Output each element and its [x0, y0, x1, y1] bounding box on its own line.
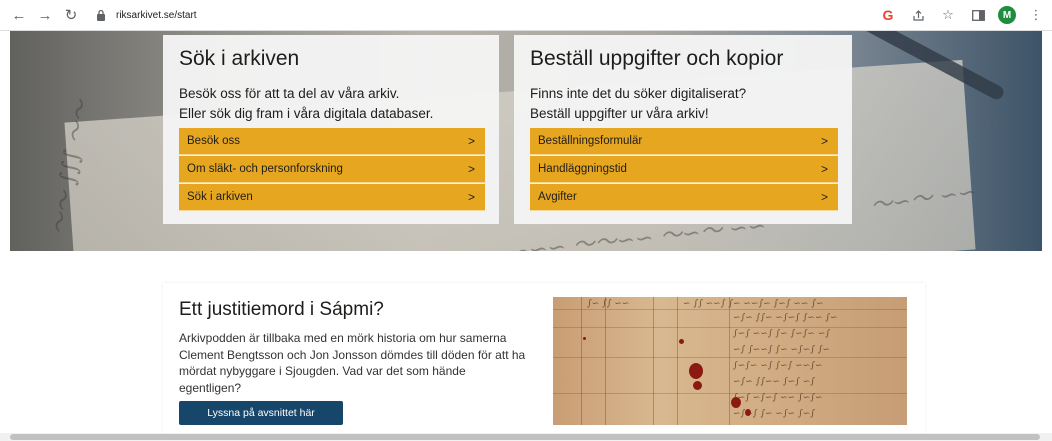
doc-rule — [653, 297, 654, 425]
doc-rule — [677, 297, 678, 425]
card-description: Finns inte det du söker digitaliserat? B… — [530, 84, 746, 124]
link-label: Beställningsformulär — [538, 135, 643, 147]
link-genealogy[interactable]: Om släkt- och personforskning > — [179, 156, 485, 183]
doc-handwriting: ∽∫∽ ∫∫∽ ∽∫∽∫ ∫∽∽ ∫∽ — [733, 313, 838, 323]
link-processing-time[interactable]: Handläggningstid > — [530, 156, 838, 183]
link-label: Sök i arkiven — [187, 191, 253, 203]
doc-handwriting: ∽∫∽ ∫∫∽∽ ∫∽∫ ∽∫ — [733, 377, 815, 387]
card-description: Besök oss för att ta del av våra arkiv. … — [179, 84, 433, 124]
order-copies-card: Beställ uppgifter och kopior Finns inte … — [514, 35, 852, 224]
doc-handwriting: ∽ ∫∫ ∽∽∫ ∫∽ ∽∽∫∽ ∫∽∫ ∽∽ ∫∽ — [683, 299, 824, 309]
card-text-line: Besök oss för att ta del av våra arkiv. — [179, 86, 400, 101]
doc-handwriting: ∫∽∫∽ ∽∫ ∫∽∫ ∽∽∫∽ — [733, 361, 823, 371]
card-text-line: Finns inte det du söker digitaliserat? — [530, 86, 747, 101]
card-link-list: Besök oss > Om släkt- och personforsknin… — [179, 128, 485, 212]
court-record-image: ∫∽ ∫∫ ∽∽ ∽ ∫∫ ∽∽∫ ∫∽ ∽∽∫∽ ∫∽∫ ∽∽ ∫∽ ∽∫∽ … — [553, 297, 907, 425]
card-title: Beställ uppgifter och kopior — [530, 47, 784, 70]
doc-rule — [605, 297, 606, 425]
bookmark-star-icon[interactable]: ☆ — [938, 4, 958, 26]
card-text-line: Eller sök dig fram i våra digitala datab… — [179, 106, 434, 121]
lock-icon — [97, 9, 105, 21]
blood-stain — [731, 397, 741, 408]
blood-stain — [583, 337, 586, 340]
chevron-right-icon: > — [820, 134, 828, 148]
card-text-line: Beställ uppgifter ur våra arkiv! — [530, 106, 709, 121]
reload-icon[interactable]: ↻ — [60, 4, 82, 26]
chevron-right-icon: > — [820, 162, 828, 176]
blood-stain — [693, 381, 702, 390]
search-archives-card: Sök i arkiven Besök oss för att ta del a… — [163, 35, 499, 224]
blood-stain — [679, 339, 684, 344]
profile-avatar[interactable]: M — [998, 6, 1016, 24]
chevron-right-icon: > — [467, 162, 475, 176]
share-icon[interactable] — [908, 4, 928, 26]
chevron-right-icon: > — [467, 134, 475, 148]
doc-rule — [553, 357, 907, 358]
doc-handwriting: ∽∫ ∫∽∽∫ ∫∽ ∽∫∽∫ ∫∽ — [733, 345, 831, 355]
doc-handwriting: ∫∽ ∫∫ ∽∽ — [587, 299, 630, 309]
chevron-right-icon: > — [820, 190, 828, 204]
scrollbar-thumb[interactable] — [10, 434, 1040, 440]
link-label: Besök oss — [187, 135, 241, 147]
link-search-archives[interactable]: Sök i arkiven > — [179, 184, 485, 211]
address-bar[interactable]: riksarkivet.se/start — [96, 4, 916, 26]
card-link-list: Beställningsformulär > Handläggningstid … — [530, 128, 838, 212]
doc-rule — [553, 327, 907, 328]
listen-episode-button[interactable]: Lyssna på avsnittet här — [179, 401, 343, 425]
doc-handwriting: ∫∽∫ ∽∽∫ ∫∽ ∫∽∫∽ ∽∫ — [733, 329, 831, 339]
forward-icon[interactable]: → — [34, 4, 56, 26]
link-fees[interactable]: Avgifter > — [530, 184, 838, 211]
podcast-feature: Ett justitiemord i Sápmi? Arkivpodden är… — [163, 283, 925, 438]
side-panel-icon[interactable] — [968, 4, 988, 26]
back-icon[interactable]: ← — [8, 4, 30, 26]
chevron-right-icon: > — [467, 190, 475, 204]
blood-stain — [745, 409, 751, 416]
blood-stain — [689, 363, 703, 379]
doc-rule — [729, 297, 730, 425]
menu-kebab-icon[interactable]: ⋮ — [1026, 4, 1046, 26]
card-title: Sök i arkiven — [179, 47, 300, 70]
doc-rule — [553, 309, 907, 310]
doc-rule — [553, 393, 907, 394]
browser-toolbar: ← → ↻ riksarkivet.se/start G ☆ M ⋮ — [0, 0, 1052, 31]
link-label: Avgifter — [538, 191, 577, 203]
url-text: riksarkivet.se/start — [116, 9, 197, 21]
link-order-form[interactable]: Beställningsformulär > — [530, 128, 838, 155]
feature-title: Ett justitiemord i Sápmi? — [179, 299, 384, 320]
link-label: Om släkt- och personforskning — [187, 163, 343, 175]
doc-rule — [581, 297, 582, 425]
link-label: Handläggningstid — [538, 163, 627, 175]
doc-handwriting: ∫∽∫ ∽∫∽∫ ∽∽ ∫∽∫∽ — [733, 393, 823, 403]
link-visit-us[interactable]: Besök oss > — [179, 128, 485, 155]
google-icon[interactable]: G — [878, 4, 898, 26]
horizontal-scrollbar[interactable] — [0, 433, 1052, 441]
feature-description: Arkivpodden är tillbaka med en mörk hist… — [179, 331, 526, 395]
